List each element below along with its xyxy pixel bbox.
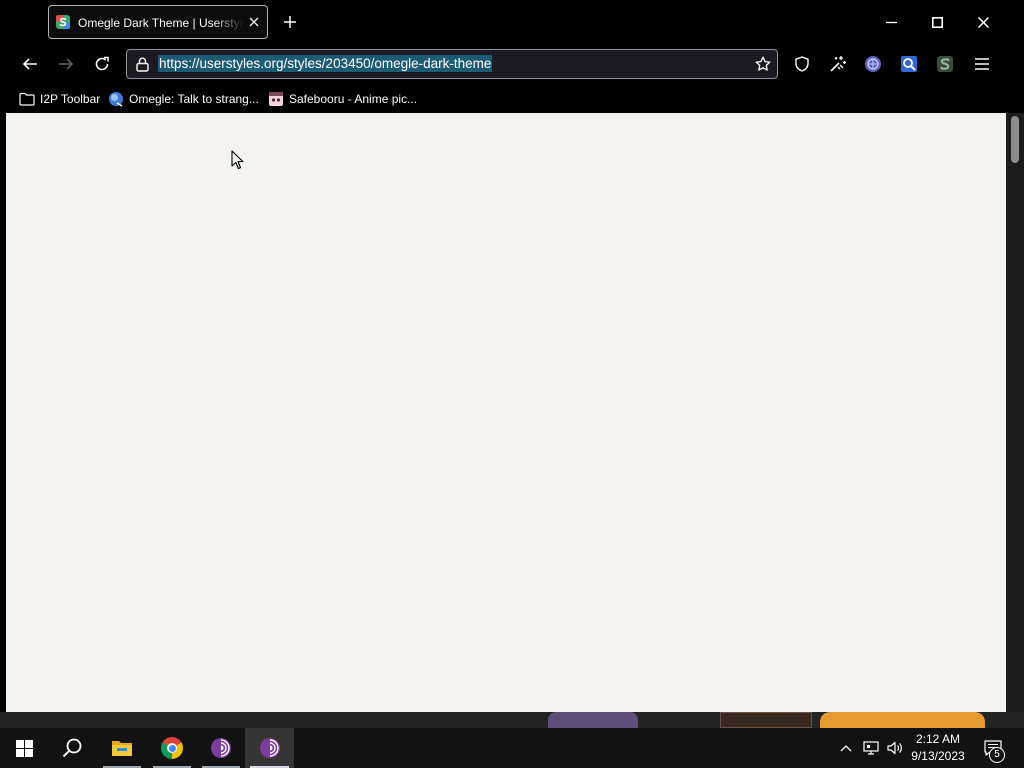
chevron-up-icon bbox=[840, 745, 852, 752]
shield-icon bbox=[795, 56, 809, 72]
extension-purple-icon bbox=[865, 56, 881, 72]
start-button[interactable] bbox=[0, 728, 48, 768]
site-info-button[interactable] bbox=[134, 56, 150, 72]
extension-button-blue[interactable] bbox=[895, 50, 923, 78]
wallpaper-shape bbox=[548, 712, 638, 728]
tab-title: Omegle Dark Theme | Userstyle bbox=[78, 16, 243, 30]
folder-icon bbox=[19, 91, 35, 107]
vertical-scrollbar[interactable] bbox=[1006, 113, 1024, 712]
tor-browser-icon bbox=[211, 738, 231, 758]
clock-date: 9/13/2023 bbox=[911, 749, 965, 763]
close-icon bbox=[249, 17, 259, 27]
extension-button-sparkle[interactable] bbox=[824, 50, 852, 78]
chrome-icon bbox=[161, 737, 183, 759]
mouse-cursor-icon bbox=[231, 150, 244, 170]
taskbar-chrome[interactable] bbox=[148, 728, 196, 768]
star-icon bbox=[755, 56, 771, 71]
tab-close-button[interactable] bbox=[246, 14, 262, 30]
taskbar: 2:12 AM 9/13/2023 bbox=[0, 728, 1024, 768]
show-hidden-icons-button[interactable] bbox=[836, 728, 856, 768]
taskbar-file-explorer[interactable] bbox=[98, 728, 146, 768]
forward-button[interactable] bbox=[52, 50, 80, 78]
bookmark-omegle[interactable]: Omegle: Talk to strang... bbox=[105, 86, 262, 111]
taskbar-tor-browser[interactable] bbox=[197, 728, 245, 768]
search-icon bbox=[62, 738, 82, 758]
extension-button-s[interactable] bbox=[931, 50, 959, 78]
bookmark-safebooru[interactable]: Safebooru - Anime pic... bbox=[265, 86, 420, 111]
hamburger-menu-icon bbox=[975, 58, 989, 70]
userstyles-favicon bbox=[56, 15, 70, 29]
window-close-button[interactable] bbox=[960, 0, 1006, 44]
notification-count-badge: 5 bbox=[989, 747, 1005, 763]
volume-button[interactable] bbox=[884, 728, 906, 768]
url-input[interactable]: https://userstyles.org/styles/203450/ome… bbox=[158, 50, 493, 78]
scrollbar-thumb[interactable] bbox=[1011, 116, 1019, 163]
close-icon bbox=[977, 16, 989, 28]
maximize-icon bbox=[931, 16, 943, 28]
taskbar-clock[interactable]: 2:12 AM 9/13/2023 bbox=[904, 731, 972, 765]
extension-s-icon bbox=[937, 56, 953, 72]
page-content[interactable] bbox=[6, 113, 1006, 712]
maximize-button[interactable] bbox=[914, 0, 960, 44]
lock-icon bbox=[135, 57, 149, 72]
tab-active[interactable]: Omegle Dark Theme | Userstyle bbox=[48, 5, 268, 39]
bookmark-label: Omegle: Talk to strang... bbox=[129, 91, 259, 106]
new-tab-button[interactable] bbox=[282, 14, 298, 30]
bookmark-page-button[interactable] bbox=[755, 56, 771, 72]
browser-window: Omegle Dark Theme | Userstyle https://us… bbox=[0, 0, 1024, 712]
plus-icon bbox=[284, 16, 296, 28]
minimize-icon bbox=[885, 21, 897, 23]
sparkle-icon bbox=[830, 56, 846, 72]
network-button[interactable] bbox=[860, 728, 882, 768]
url-text-selected: https://userstyles.org/styles/203450/ome… bbox=[158, 55, 493, 72]
reload-button[interactable] bbox=[88, 50, 116, 78]
tor-browser-icon bbox=[259, 738, 280, 758]
volume-icon bbox=[886, 741, 902, 755]
clock-time: 2:12 AM bbox=[915, 732, 961, 746]
bookmark-folder-i2p[interactable]: I2P Toolbar bbox=[16, 86, 103, 111]
search-button[interactable] bbox=[48, 728, 96, 768]
desktop-wallpaper bbox=[0, 712, 1024, 728]
file-explorer-icon bbox=[112, 741, 132, 756]
back-button[interactable] bbox=[16, 50, 44, 78]
address-bar[interactable]: https://userstyles.org/styles/203450/ome… bbox=[126, 49, 778, 79]
network-icon bbox=[863, 741, 879, 755]
bookmark-label: Safebooru - Anime pic... bbox=[289, 91, 418, 106]
minimize-button[interactable] bbox=[868, 0, 914, 44]
extension-blue-icon bbox=[901, 56, 917, 72]
omegle-favicon bbox=[108, 91, 124, 107]
tracking-protection-button[interactable] bbox=[788, 50, 816, 78]
app-menu-button[interactable] bbox=[968, 50, 996, 78]
wallpaper-shape bbox=[720, 712, 812, 728]
bookmarks-toolbar: I2P Toolbar Omegle: Talk to strang... Sa… bbox=[0, 86, 1006, 111]
extension-button-purple[interactable] bbox=[859, 50, 887, 78]
arrow-right-icon bbox=[59, 58, 74, 70]
safebooru-favicon bbox=[268, 91, 284, 107]
bookmark-label: I2P Toolbar bbox=[40, 91, 101, 106]
reload-icon bbox=[95, 56, 109, 71]
arrow-left-icon bbox=[22, 58, 37, 70]
windows-start-icon bbox=[15, 739, 33, 757]
wallpaper-shape bbox=[820, 712, 985, 728]
taskbar-tor-browser-active[interactable] bbox=[245, 728, 294, 768]
